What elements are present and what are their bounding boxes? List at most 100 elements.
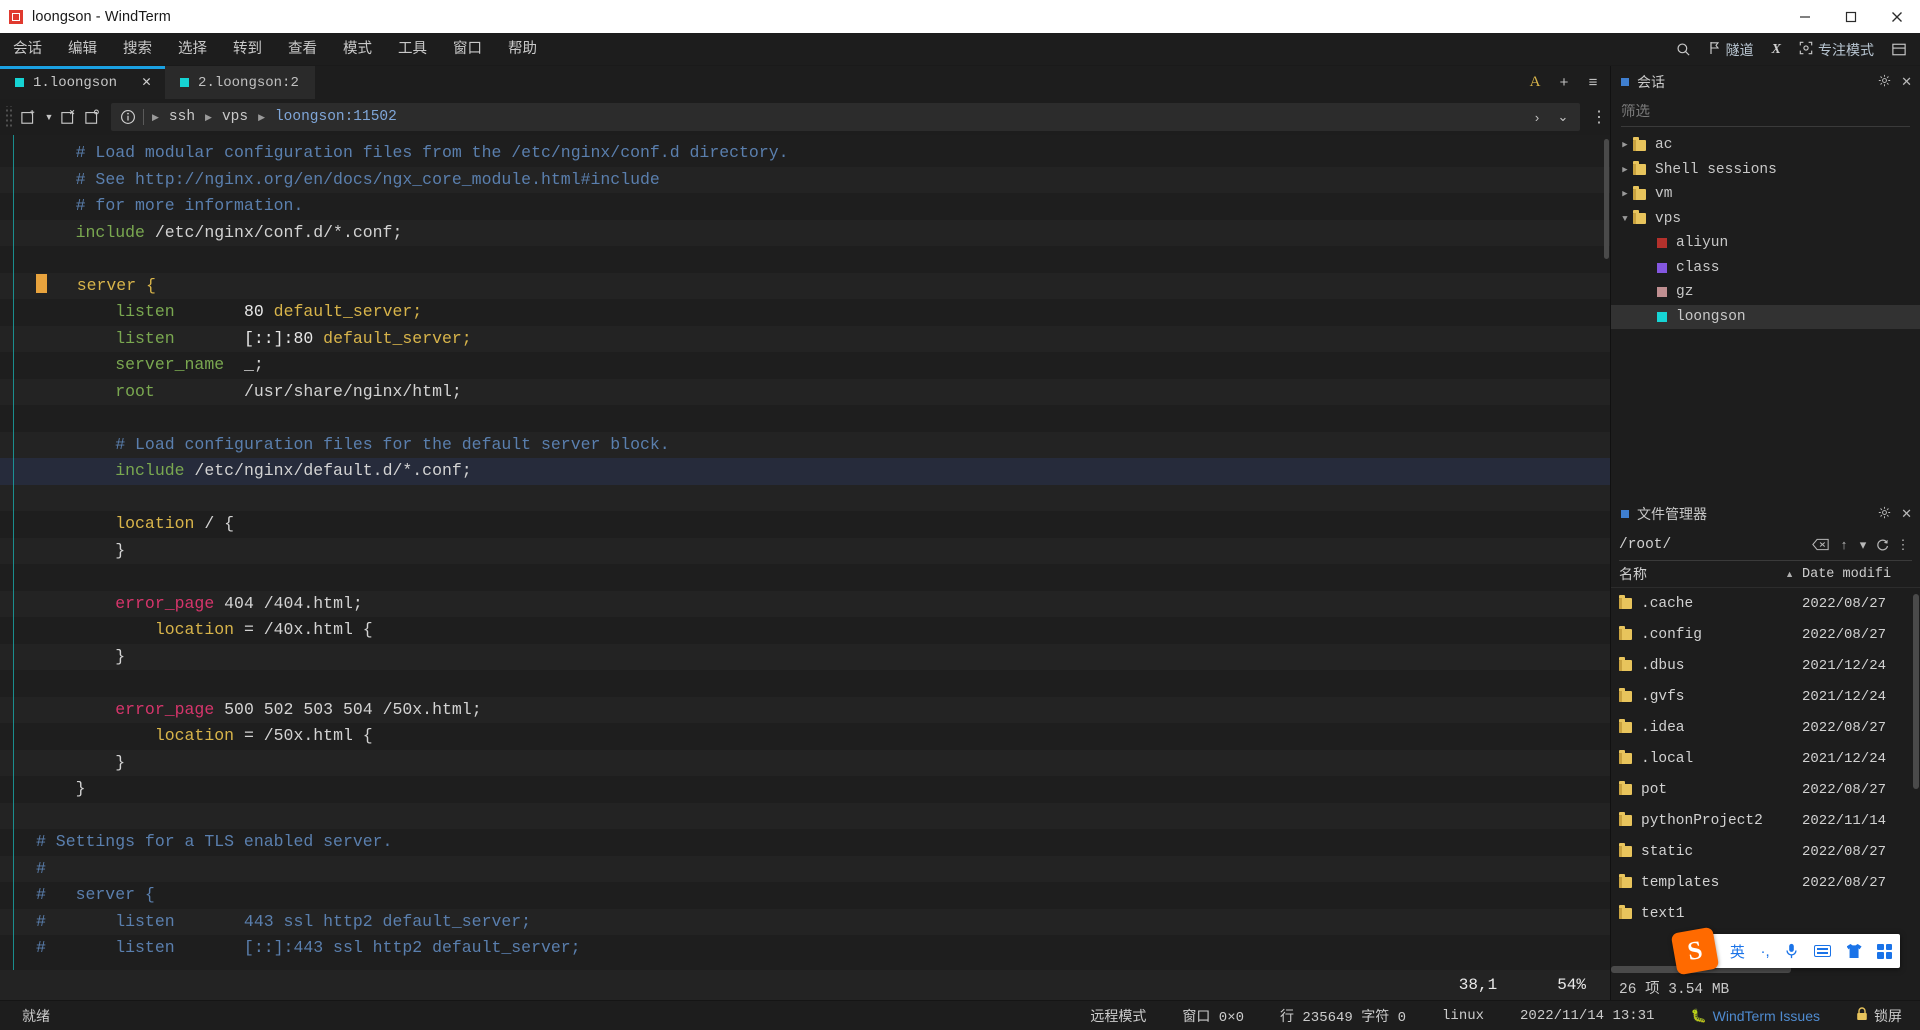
info-icon[interactable]	[115, 109, 141, 125]
minimize-button[interactable]	[1782, 0, 1828, 33]
breadcrumb-host[interactable]: loongson:11502	[267, 109, 405, 125]
tab-2-loongson-2[interactable]: 2.loongson:2	[165, 66, 316, 99]
mic-icon[interactable]	[1777, 943, 1806, 959]
menu-help[interactable]: 帮助	[495, 33, 550, 66]
status-mode[interactable]: 远程模式	[1072, 1006, 1164, 1026]
column-date-header[interactable]: Date modifi	[1802, 567, 1920, 582]
file-path-value[interactable]: /root/	[1619, 537, 1808, 553]
tunnel-button[interactable]: 隧道	[1701, 33, 1762, 66]
session-folder[interactable]: ▼ vps	[1611, 207, 1920, 232]
ime-language-mode[interactable]: 英	[1722, 941, 1753, 962]
breadcrumb-send-icon[interactable]: ›	[1524, 104, 1550, 130]
backspace-icon[interactable]	[1808, 532, 1832, 558]
menu-session[interactable]: 会话	[0, 33, 55, 66]
file-row[interactable]: pot 2022/08/27	[1611, 774, 1920, 805]
session-item[interactable]: loongson	[1611, 304, 1920, 329]
chevron-right-icon[interactable]: ▶	[1617, 140, 1633, 150]
chevron-down-icon[interactable]: ▼	[1617, 214, 1633, 224]
status-os[interactable]: linux	[1424, 1008, 1502, 1024]
menu-view[interactable]: 查看	[275, 33, 330, 66]
file-row[interactable]: .idea 2022/08/27	[1611, 712, 1920, 743]
session-folder[interactable]: ▶ ac	[1611, 133, 1920, 158]
menu-edit[interactable]: 编辑	[55, 33, 110, 66]
tab-menu-button[interactable]: ≡	[1580, 66, 1606, 99]
gear-icon[interactable]	[1878, 506, 1891, 521]
keyboard-icon[interactable]	[1806, 945, 1839, 957]
new-session-dropdown-icon[interactable]: ▼	[41, 104, 57, 130]
code-token: 500 502 503 504 /50x.html;	[214, 699, 482, 719]
x-button[interactable]: X	[1764, 33, 1789, 66]
file-panel-more-icon[interactable]: ⋮	[1894, 532, 1912, 558]
panel-indicator-icon	[1621, 509, 1629, 518]
path-dropdown-icon[interactable]: ▾	[1856, 532, 1870, 558]
maximize-button[interactable]	[1828, 0, 1874, 33]
tab-1-loongson[interactable]: 1.loongson ✕	[0, 66, 166, 99]
menu-tools[interactable]: 工具	[385, 33, 440, 66]
terminal-scrollbar-thumb[interactable]	[1604, 139, 1609, 259]
file-row[interactable]: static 2022/08/27	[1611, 836, 1920, 867]
status-issues-link[interactable]: 🐛 WindTerm Issues	[1672, 1008, 1838, 1024]
file-row[interactable]: templates 2022/08/27	[1611, 867, 1920, 898]
chevron-right-icon[interactable]: ▶	[1617, 189, 1633, 199]
close-icon[interactable]: ✕	[1901, 75, 1912, 88]
menu-select[interactable]: 选择	[165, 33, 220, 66]
apps-icon[interactable]	[1869, 943, 1900, 959]
file-list[interactable]: .cache 2022/08/27 .config 2022/08/27 .dbus 20…	[1611, 588, 1920, 965]
file-row[interactable]: .local 2021/12/24	[1611, 743, 1920, 774]
session-folder[interactable]: ▶ Shell sessions	[1611, 158, 1920, 183]
terminal-screen[interactable]: # Load modular configuration files from …	[0, 135, 1610, 1000]
close-session-icon[interactable]	[57, 104, 81, 130]
search-icon[interactable]	[1668, 33, 1699, 66]
session-item[interactable]: aliyun	[1611, 231, 1920, 256]
toolbar-more-icon[interactable]: ⋮	[1588, 99, 1610, 135]
menu-search[interactable]: 搜索	[110, 33, 165, 66]
font-size-button[interactable]: A	[1522, 66, 1548, 99]
sessions-filter[interactable]	[1621, 97, 1910, 127]
menu-window[interactable]: 窗口	[440, 33, 495, 66]
close-button[interactable]	[1874, 0, 1920, 33]
ime-toolbar[interactable]: S 英 ·,	[1670, 926, 1900, 976]
toolbar-grip-handle[interactable]	[4, 106, 14, 128]
layout-icon[interactable]	[1884, 33, 1914, 66]
file-row[interactable]: pythonProject2 2022/11/14	[1611, 805, 1920, 836]
status-lock-screen[interactable]: 锁屏	[1838, 1006, 1920, 1026]
file-row[interactable]: .dbus 2021/12/24	[1611, 650, 1920, 681]
tab-close-icon[interactable]: ✕	[126, 75, 151, 90]
session-label: ac	[1655, 137, 1673, 154]
file-list-scrollbar[interactable]	[1913, 588, 1919, 965]
terminal-viewport[interactable]: # Load modular configuration files from …	[0, 135, 1610, 1000]
breadcrumb[interactable]: ▶ ssh ▶ vps ▶ loongson:11502 › ⌄	[111, 103, 1580, 131]
new-tab-button[interactable]: +	[1551, 66, 1577, 99]
clone-session-icon[interactable]	[81, 104, 105, 130]
close-icon[interactable]: ✕	[1901, 507, 1912, 520]
sessions-filter-input[interactable]	[1621, 103, 1910, 120]
column-name-header[interactable]: 名称 ▲	[1611, 564, 1802, 584]
status-window-size[interactable]: 窗口 0×0	[1164, 1006, 1262, 1026]
breadcrumb-ssh[interactable]: ssh	[161, 109, 203, 125]
session-item[interactable]: class	[1611, 256, 1920, 281]
session-item[interactable]: gz	[1611, 280, 1920, 305]
file-row[interactable]: .config 2022/08/27	[1611, 619, 1920, 650]
file-row[interactable]: text1	[1611, 898, 1920, 929]
file-path-bar[interactable]: /root/ ↑ ▾ ⋮	[1619, 529, 1912, 561]
parent-dir-icon[interactable]: ↑	[1832, 532, 1856, 558]
gear-icon[interactable]	[1878, 74, 1891, 89]
breadcrumb-expand-icon[interactable]: ⌄	[1550, 104, 1576, 130]
breadcrumb-vps[interactable]: vps	[214, 109, 256, 125]
refresh-icon[interactable]	[1870, 532, 1894, 558]
status-line-chars[interactable]: 行 235649 字符 0	[1262, 1006, 1424, 1026]
terminal-scrollbar[interactable]	[1603, 135, 1610, 970]
chevron-right-icon[interactable]: ▶	[1617, 165, 1633, 175]
focus-mode-button[interactable]: 专注模式	[1791, 33, 1882, 66]
file-row[interactable]: .cache 2022/08/27	[1611, 588, 1920, 619]
menu-goto[interactable]: 转到	[220, 33, 275, 66]
file-row[interactable]: .gvfs 2021/12/24	[1611, 681, 1920, 712]
sogou-logo-icon[interactable]: S	[1670, 926, 1720, 976]
new-session-icon[interactable]	[17, 104, 41, 130]
menu-mode[interactable]: 模式	[330, 33, 385, 66]
ime-punctuation-toggle[interactable]: ·,	[1753, 943, 1778, 960]
session-folder[interactable]: ▶ vm	[1611, 182, 1920, 207]
skin-icon[interactable]	[1839, 944, 1870, 958]
file-list-scrollbar-thumb[interactable]	[1913, 594, 1919, 789]
sessions-tree[interactable]: ▶ ac ▶ Shell sessions ▶ vm ▼ vps aliyun class gz lo…	[1611, 127, 1920, 498]
